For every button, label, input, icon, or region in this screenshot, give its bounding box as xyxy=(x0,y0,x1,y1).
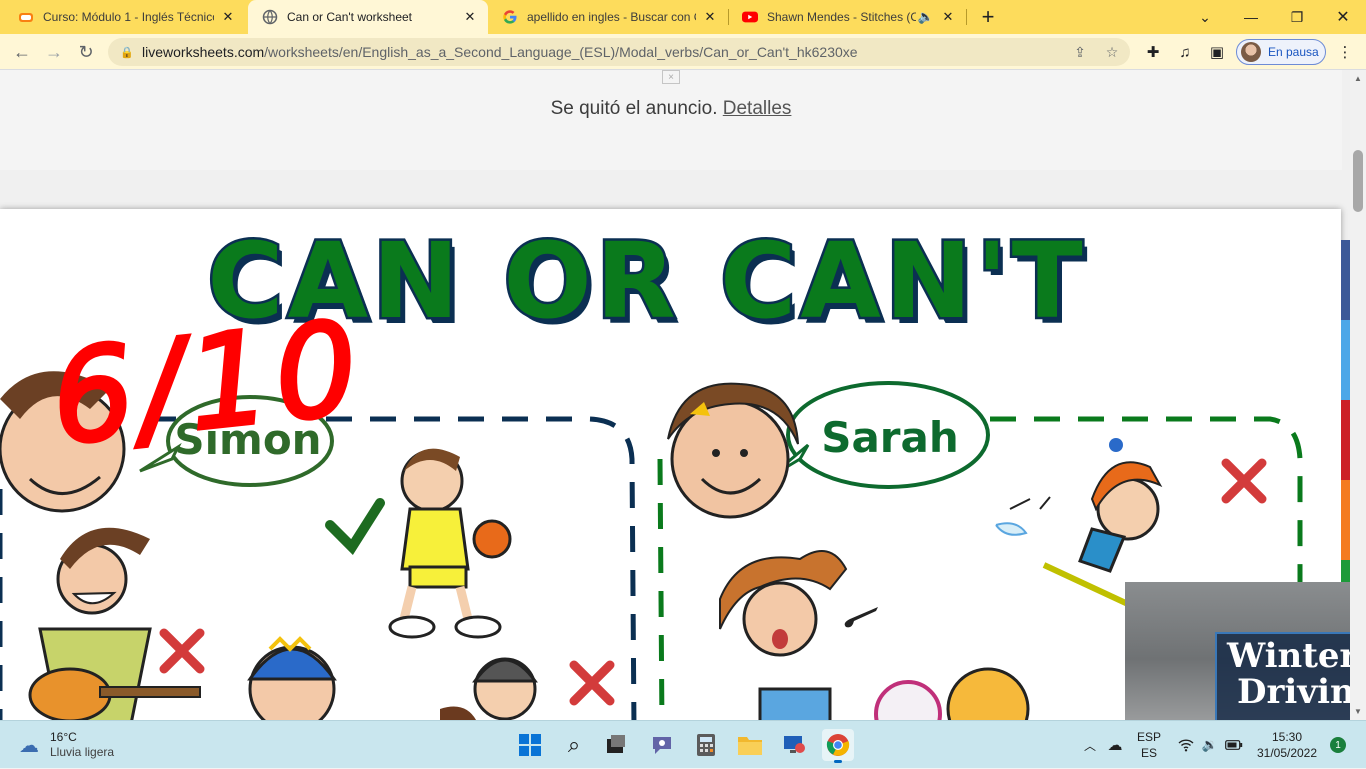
tab-can-or-cant-worksheet[interactable]: Can or Can't worksheet ✕ xyxy=(248,0,488,34)
globe-icon xyxy=(262,9,278,25)
browser-toolbar: ← → ↻ 🔒 liveworksheets.com/worksheets/en… xyxy=(0,34,1366,70)
windows-taskbar: ☁ 16°C Lluvia ligera ⌕ ︿ ☁ ESP ES 🔉 15:3… xyxy=(0,720,1366,768)
video-title-line: Winter xyxy=(1227,636,1350,676)
cross-icon xyxy=(159,628,205,674)
reload-button[interactable]: ↻ xyxy=(74,40,98,64)
avatar xyxy=(1241,42,1261,62)
speaker-icon[interactable]: 🔈 xyxy=(918,9,934,25)
volleyball xyxy=(874,680,942,720)
close-icon[interactable]: ✕ xyxy=(702,9,718,25)
profile-button[interactable]: En pausa xyxy=(1236,39,1326,65)
tab-divider xyxy=(966,9,967,25)
tab-strip: Curso: Módulo 1 - Inglés Técnico ✕ Can o… xyxy=(0,0,1366,34)
file-explorer-icon[interactable] xyxy=(734,729,766,761)
address-bar[interactable]: 🔒 liveworksheets.com/worksheets/en/Engli… xyxy=(108,38,1130,66)
restore-button[interactable]: ❐ xyxy=(1274,0,1320,34)
guitar xyxy=(28,667,112,720)
battery-icon[interactable] xyxy=(1224,721,1244,769)
search-icon[interactable]: ⌕ xyxy=(558,729,590,761)
close-icon[interactable]: ✕ xyxy=(220,9,236,25)
lock-icon[interactable]: 🔒 xyxy=(120,46,134,59)
weather-temperature: 16°C xyxy=(50,730,77,744)
close-icon[interactable]: ✕ xyxy=(462,9,478,25)
url-host: liveworksheets.com xyxy=(142,44,265,60)
tab-title: apellido en ingles - Buscar con G xyxy=(527,10,696,24)
close-icon[interactable]: ✕ xyxy=(940,9,956,25)
url-path: /worksheets/en/English_as_a_Second_Langu… xyxy=(264,44,858,60)
close-window-button[interactable]: ✕ xyxy=(1320,0,1366,34)
tab-title: Curso: Módulo 1 - Inglés Técnico xyxy=(43,10,214,24)
ad-close-icon[interactable]: × xyxy=(662,70,680,84)
google-icon xyxy=(502,9,518,25)
cross-icon xyxy=(1221,458,1267,504)
task-view-icon[interactable] xyxy=(600,729,632,761)
start-button[interactable] xyxy=(514,729,546,761)
ad-removed-message: Se quitó el anuncio. Detalles xyxy=(551,98,792,120)
menu-icon[interactable]: ⋮ xyxy=(1334,41,1356,63)
profile-status: En pausa xyxy=(1268,45,1319,59)
active-app-indicator xyxy=(834,760,842,763)
back-button[interactable]: ← xyxy=(10,40,34,64)
ad-removed-text: Se quitó el anuncio. xyxy=(550,98,718,119)
wifi-icon[interactable] xyxy=(1176,721,1196,769)
web-page: × Se quitó el anuncio. Detalles CAN OR C… xyxy=(0,70,1350,720)
windows-logo-icon xyxy=(519,734,541,756)
clock-time: 15:30 xyxy=(1271,730,1303,744)
music-note-icon xyxy=(844,607,878,628)
youtube-icon xyxy=(742,9,758,25)
remote-desktop-icon[interactable] xyxy=(778,729,810,761)
page-scrollbar[interactable]: ▲ ▼ xyxy=(1350,70,1366,720)
facebook-share-button[interactable] xyxy=(1341,240,1350,320)
star-icon[interactable]: ☆ xyxy=(1102,42,1122,62)
onedrive-icon[interactable]: ☁ xyxy=(1104,721,1126,769)
keyboard-layout: ES xyxy=(1140,746,1157,760)
share-icon[interactable]: ⇪ xyxy=(1070,42,1090,62)
scroll-down-arrow-icon[interactable]: ▼ xyxy=(1354,707,1362,716)
weather-condition: Lluvia ligera xyxy=(50,745,115,759)
tab-youtube-video[interactable]: Shawn Mendes - Stitches (Of 🔈 ✕ xyxy=(728,0,966,34)
video-title-line: Drivin xyxy=(1237,672,1350,712)
tab-title: Shawn Mendes - Stitches (Of xyxy=(767,10,916,24)
forward-button[interactable]: → xyxy=(42,40,66,64)
tab-google-search[interactable]: apellido en ingles - Buscar con G ✕ xyxy=(488,0,728,34)
basketball xyxy=(472,519,512,559)
input-language-indicator[interactable]: ESP ES xyxy=(1134,721,1164,769)
score-overlay: 6/10 xyxy=(43,292,372,477)
ad-details-link[interactable]: Detalles xyxy=(723,98,792,119)
weather-widget[interactable]: ☁ 16°C Lluvia ligera xyxy=(16,730,114,760)
pinterest-share-button[interactable] xyxy=(1341,400,1350,480)
side-panel-icon[interactable]: ▣ xyxy=(1206,41,1228,63)
volleyball-girl xyxy=(946,667,1030,720)
language-code: ESP xyxy=(1136,730,1161,744)
floating-video-player[interactable]: Winter Drivin xyxy=(1125,582,1350,720)
tab-moodle-course[interactable]: Curso: Módulo 1 - Inglés Técnico ✕ xyxy=(4,0,246,34)
clock[interactable]: 15:30 31/05/2022 xyxy=(1252,721,1322,769)
tab-search-button[interactable]: ⌄ xyxy=(1182,0,1228,34)
rain-cloud-icon: ☁ xyxy=(19,734,39,757)
minimize-button[interactable]: — xyxy=(1228,0,1274,34)
clock-date: 31/05/2022 xyxy=(1256,746,1318,760)
more-share-button[interactable] xyxy=(1341,480,1350,560)
show-hidden-icons-button[interactable]: ︿ xyxy=(1080,721,1100,769)
scrollbar-thumb[interactable] xyxy=(1353,150,1363,212)
extensions-icon[interactable]: ✚ xyxy=(1142,41,1164,63)
media-controls-icon[interactable]: ♫ xyxy=(1174,41,1196,63)
new-tab-button[interactable]: + xyxy=(976,4,1000,29)
scroll-up-arrow-icon[interactable]: ▲ xyxy=(1354,74,1362,83)
name-sarah: Sarah xyxy=(821,413,959,462)
twitter-share-button[interactable] xyxy=(1341,320,1350,400)
chrome-taskbar-icon[interactable] xyxy=(822,729,854,763)
moodle-icon xyxy=(18,9,34,25)
calculator-icon[interactable] xyxy=(690,729,722,761)
volume-icon[interactable]: 🔉 xyxy=(1200,721,1220,769)
check-icon xyxy=(325,498,385,555)
cross-icon xyxy=(569,660,615,706)
teams-chat-icon[interactable] xyxy=(646,729,678,761)
sarah-frame-left xyxy=(657,458,665,720)
video-title-card: Winter Drivin xyxy=(1215,632,1350,720)
notification-badge[interactable]: 1 xyxy=(1330,737,1346,753)
removed-ad-area: × Se quitó el anuncio. Detalles xyxy=(0,70,1342,170)
tab-title: Can or Can't worksheet xyxy=(287,10,413,24)
